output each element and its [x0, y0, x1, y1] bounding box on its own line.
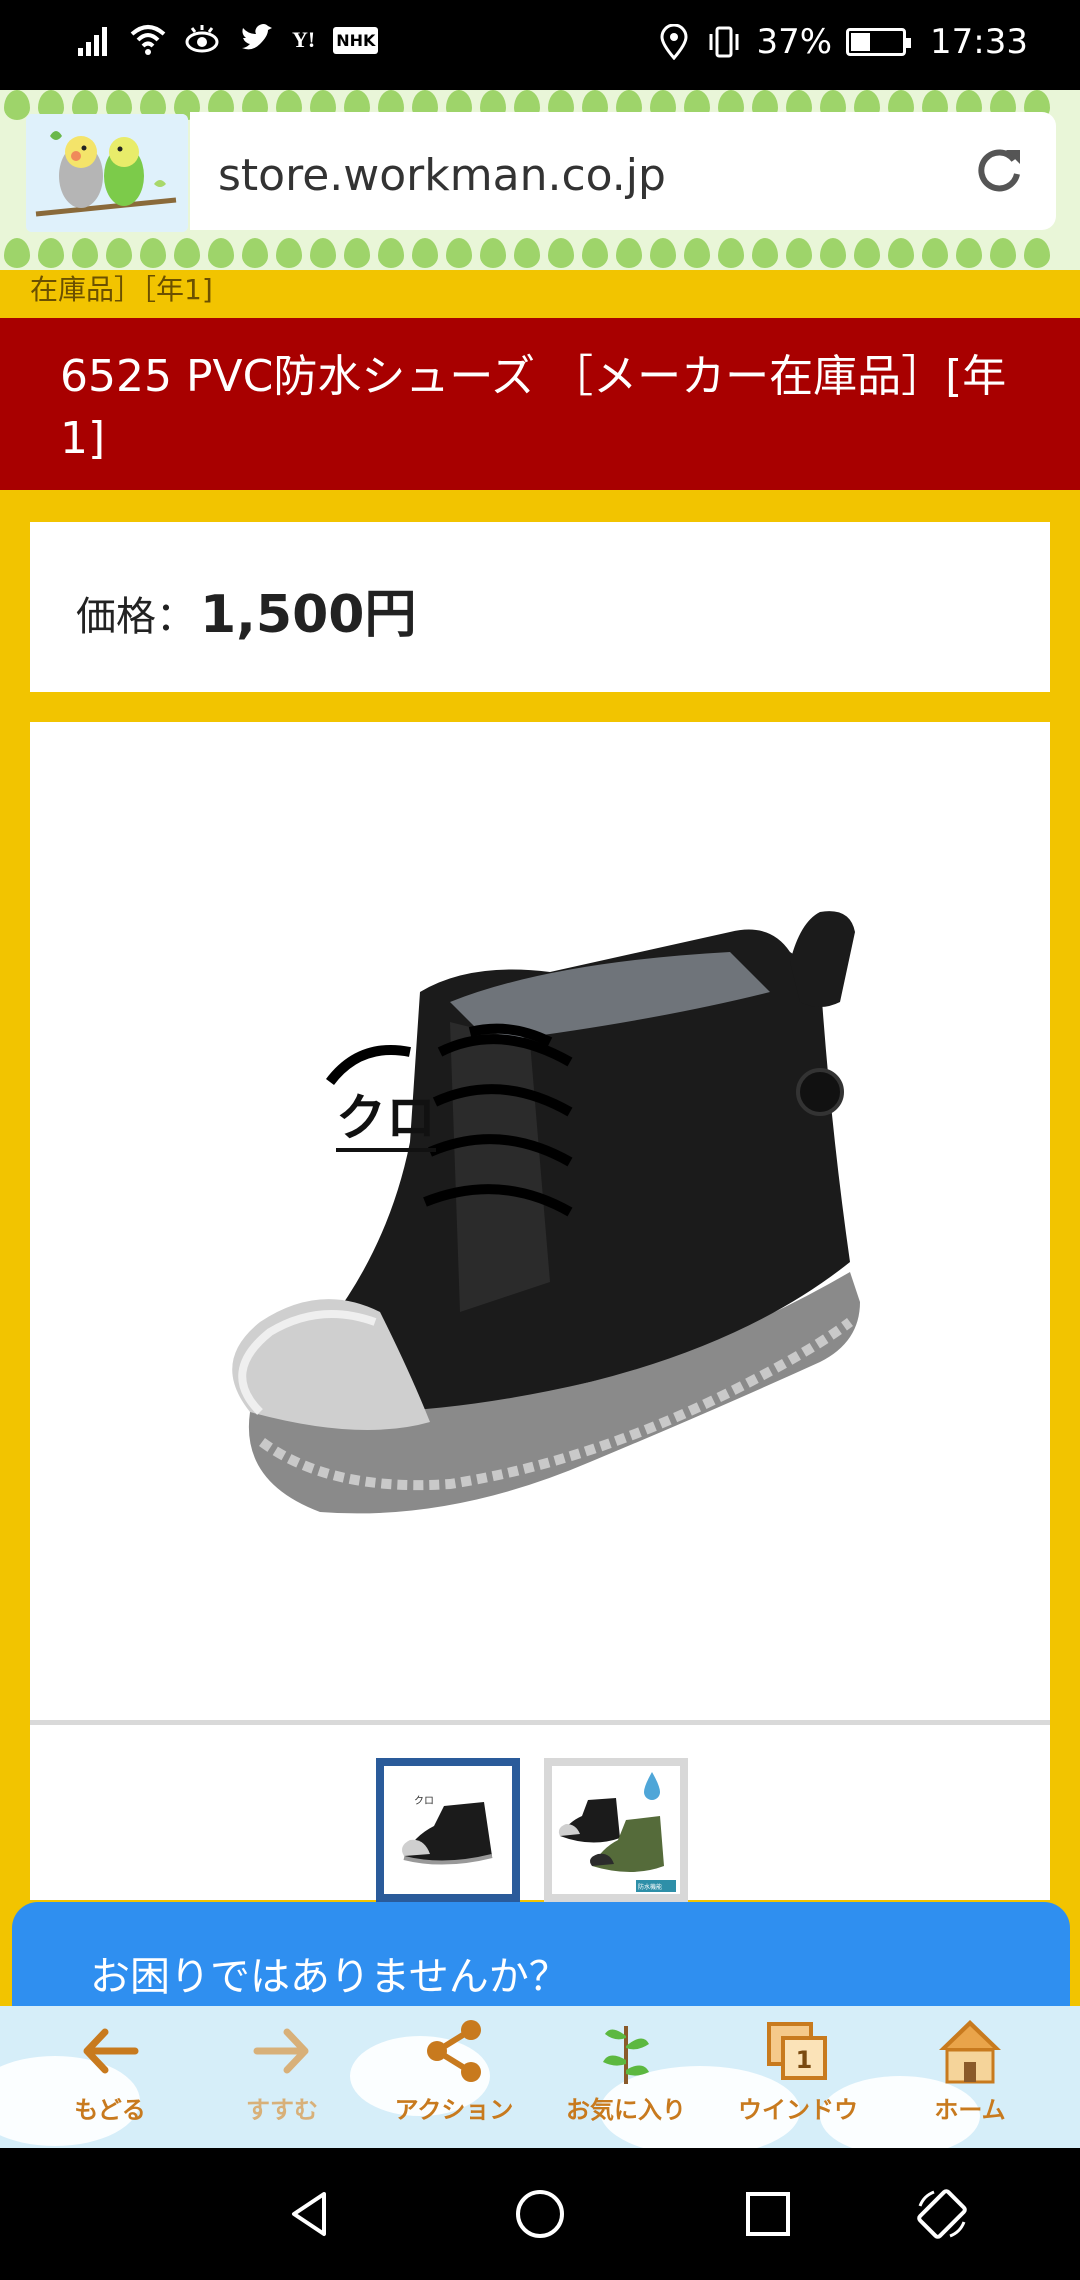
product-title: 6525 PVC防水シューズ ［メーカー在庫品］[年1] [60, 351, 1007, 464]
forward-arrow-icon [253, 2028, 309, 2074]
forward-label: すすむ [246, 2096, 318, 2124]
leaf-decoration [514, 238, 540, 268]
leaf-decoration [4, 90, 30, 120]
leaf-decoration [854, 238, 880, 268]
location-icon [660, 24, 688, 60]
help-chat-prompt: お困りではありませんか？ [90, 1954, 569, 2000]
leaf-decoration [956, 238, 982, 268]
leaf-decoration [446, 238, 472, 268]
favorites-button[interactable]: お気に入り [551, 2016, 701, 2141]
system-nav-bar [0, 2148, 1080, 2280]
clock: 17:33 [930, 22, 1028, 62]
leaf-decoration [990, 238, 1016, 268]
favorites-label: お気に入り [566, 2096, 686, 2124]
thumb-boot-pair-icon [558, 1772, 676, 1892]
leaf-decoration [174, 238, 200, 268]
price-card: 価格： 1,500円 [30, 522, 1050, 692]
nhk-icon: NHK [333, 26, 379, 54]
signal-icon [78, 27, 107, 56]
thumb-boot-icon [402, 1802, 493, 1865]
leaf-decoration [582, 238, 608, 268]
leaf-decoration [208, 238, 234, 268]
leaf-decoration [480, 238, 506, 268]
status-bar: Y! NHK 37% 17:33 [0, 0, 1080, 90]
house-icon [939, 2020, 1001, 2084]
parakeet-logo-icon [26, 114, 188, 232]
leaf-decoration [38, 238, 64, 268]
leaf-decoration [888, 238, 914, 268]
twitter-icon [242, 24, 272, 50]
yahoo-icon: Y! [292, 27, 316, 52]
battery-percent: 37% [756, 22, 833, 62]
reload-icon[interactable] [970, 142, 1028, 200]
back-button[interactable]: もどる [35, 2016, 185, 2141]
windows-button[interactable]: 1 ウインドウ [723, 2016, 873, 2141]
nav-recents-icon[interactable] [738, 2184, 798, 2244]
browser-toolbar: もどる すすむ アクション お気に入り 1 ウインドウ ホーム [0, 2006, 1080, 2156]
price-value: 1,500円 [200, 585, 417, 645]
nav-home-icon[interactable] [510, 2184, 570, 2244]
action-label: アクション [394, 2096, 514, 2124]
leaf-decoration [106, 238, 132, 268]
product-main-image[interactable]: クロ [30, 722, 1050, 1720]
back-label: もどる [74, 2096, 146, 2124]
rotate-screen-icon[interactable] [912, 2184, 972, 2244]
product-image-card: クロ クロ 防水機能 [30, 722, 1050, 1902]
color-label: クロ [336, 1088, 436, 1152]
leaf-decoration [752, 238, 778, 268]
leaf-decoration [922, 238, 948, 268]
url-field[interactable]: store.workman.co.jp [190, 112, 1056, 230]
leaf-decoration [72, 238, 98, 268]
back-arrow-icon [83, 2028, 139, 2074]
home-label: ホーム [934, 2096, 1006, 2124]
eye-icon [185, 25, 219, 53]
leaf-decoration [276, 238, 302, 268]
boot-illustration [232, 911, 860, 1514]
action-button[interactable]: アクション [379, 2016, 529, 2141]
product-thumbnail-2[interactable]: 防水機能 [544, 1758, 688, 1902]
windows-label: ウインドウ [738, 2096, 858, 2124]
leaf-decoration [344, 238, 370, 268]
leaf-decoration [1024, 238, 1050, 268]
leaf-decoration [718, 238, 744, 268]
leaf-decoration [412, 238, 438, 268]
leaf-decoration [242, 238, 268, 268]
nav-back-icon[interactable] [280, 2184, 340, 2244]
leaf-decoration [378, 238, 404, 268]
site-favicon[interactable] [26, 114, 188, 232]
window-count: 1 [796, 2046, 813, 2074]
leaf-decoration [310, 238, 336, 268]
leaf-decoration [684, 238, 710, 268]
product-thumbnail-1[interactable]: クロ [376, 1758, 520, 1902]
waterproof-badge: 防水機能 [638, 1884, 663, 1891]
leaf-decoration [820, 238, 846, 268]
image-divider [30, 1720, 1050, 1725]
share-icon [427, 2020, 481, 2082]
vibrate-icon [709, 26, 739, 58]
battery-icon [846, 28, 912, 56]
leaf-decoration [548, 238, 574, 268]
plant-icon [603, 2026, 649, 2084]
home-button[interactable]: ホーム [895, 2016, 1045, 2141]
wifi-icon [130, 25, 166, 55]
leaf-decoration [786, 238, 812, 268]
price-label: 価格： [76, 594, 196, 640]
thumb-color-text: クロ [414, 1796, 434, 1807]
leaf-decoration [140, 238, 166, 268]
leaf-border-bottom [0, 238, 1080, 268]
product-title-band: 6525 PVC防水シューズ ［メーカー在庫品］[年1] [0, 318, 1080, 490]
leaf-decoration [650, 238, 676, 268]
browser-url-bar: store.workman.co.jp [0, 90, 1080, 270]
breadcrumb[interactable]: 在庫品］［年1] [30, 268, 213, 308]
leaf-decoration [4, 238, 30, 268]
leaf-decoration [616, 238, 642, 268]
forward-button[interactable]: すすむ [207, 2016, 357, 2141]
url-text: store.workman.co.jp [218, 150, 666, 201]
windows-icon: 1 [767, 2022, 827, 2080]
